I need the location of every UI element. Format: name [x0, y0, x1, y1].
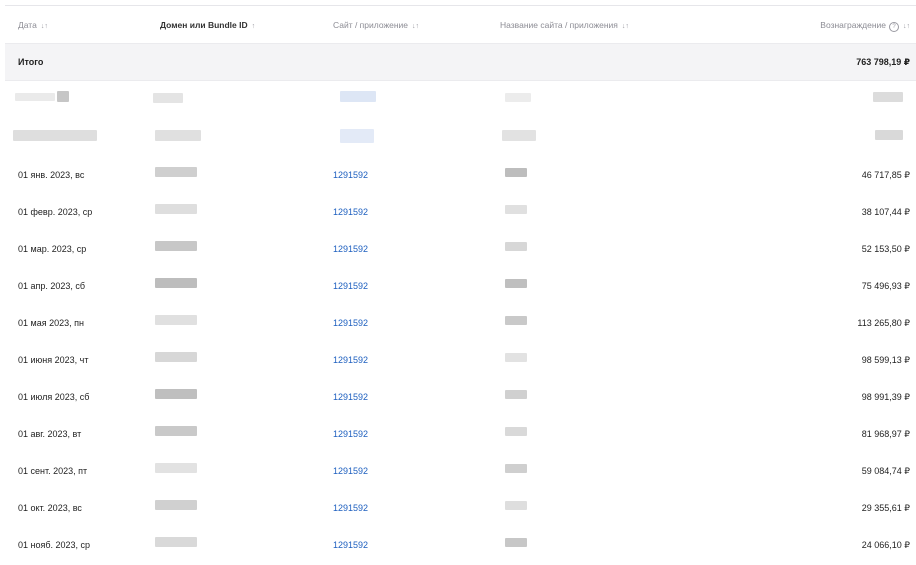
row-date: 01 мая 2023, пн	[18, 318, 84, 328]
table-row: 01 мая 2023, пн 1291592 113 265,80 ₽	[5, 303, 916, 340]
redacted-domain	[155, 500, 197, 510]
redacted-site-name	[505, 501, 527, 510]
row-site-link[interactable]: 1291592	[333, 355, 368, 365]
stats-table: Дата ↓↑ Домен или Bundle ID ↑ Сайт / прило…	[5, 6, 916, 562]
row-date: 01 окт. 2023, вс	[18, 503, 82, 513]
redacted-cell	[155, 130, 201, 141]
redacted-cell	[340, 129, 374, 143]
row-site-link[interactable]: 1291592	[333, 244, 368, 254]
row-reward: 59 084,74 ₽	[861, 466, 910, 476]
redacted-domain	[155, 389, 197, 399]
column-header-site[interactable]: Сайт / приложение ↓↑	[333, 20, 419, 30]
table-row: 01 июня 2023, чт 1291592 98 599,13 ₽	[5, 340, 916, 377]
redacted-cell	[13, 130, 97, 141]
row-site-link[interactable]: 1291592	[333, 540, 368, 550]
redacted-cell	[15, 93, 55, 101]
redacted-domain	[155, 204, 197, 214]
redacted-site-name	[505, 390, 527, 399]
table-row: 01 апр. 2023, сб 1291592 75 496,93 ₽	[5, 266, 916, 303]
redacted-domain	[155, 537, 197, 547]
table-row: 01 авг. 2023, вт 1291592 81 968,97 ₽	[5, 414, 916, 451]
redacted-cell	[875, 130, 903, 140]
report-table-view: Дата ↓↑ Домен или Bundle ID ↑ Сайт / прило…	[0, 0, 916, 565]
row-reward: 29 355,61 ₽	[861, 503, 910, 513]
table-row-blurred	[5, 81, 916, 118]
column-header-reward[interactable]: Вознаграждение? ↓↑	[820, 20, 910, 32]
redacted-site-name	[505, 464, 527, 473]
table-row-blurred	[5, 118, 916, 155]
row-date: 01 февр. 2023, ср	[18, 207, 93, 217]
row-reward: 98 599,13 ₽	[861, 355, 910, 365]
table-row: 01 мар. 2023, ср 1291592 52 153,50 ₽	[5, 229, 916, 266]
table-row: 01 янв. 2023, вс 1291592 46 717,85 ₽	[5, 155, 916, 192]
redacted-site-name	[505, 279, 527, 288]
column-header-domain[interactable]: Домен или Bundle ID ↑	[160, 20, 255, 30]
row-site-link[interactable]: 1291592	[333, 429, 368, 439]
table-header: Дата ↓↑ Домен или Bundle ID ↑ Сайт / прило…	[5, 6, 916, 43]
table-row: 01 окт. 2023, вс 1291592 29 355,61 ₽	[5, 488, 916, 525]
total-reward: 763 798,19 ₽	[856, 57, 910, 67]
redacted-cell	[340, 91, 376, 102]
help-icon[interactable]: ?	[889, 22, 899, 32]
redacted-site-name	[505, 353, 527, 362]
data-rows: 01 янв. 2023, вс 1291592 46 717,85 ₽ 01 фев…	[5, 155, 916, 562]
row-reward: 75 496,93 ₽	[861, 281, 910, 291]
row-date: 01 апр. 2023, сб	[18, 281, 86, 291]
row-date: 01 июля 2023, сб	[18, 392, 90, 402]
row-site-link[interactable]: 1291592	[333, 503, 368, 513]
row-site-link[interactable]: 1291592	[333, 207, 368, 217]
row-date: 01 сент. 2023, пт	[18, 466, 88, 476]
sort-icon[interactable]: ↓↑	[903, 23, 910, 30]
redacted-domain	[155, 278, 197, 288]
column-header-date[interactable]: Дата ↓↑	[18, 20, 48, 30]
table-row: 01 сент. 2023, пт 1291592 59 084,74 ₽	[5, 451, 916, 488]
row-date: 01 нояб. 2023, ср	[18, 540, 91, 550]
row-date: 01 янв. 2023, вс	[18, 170, 85, 180]
table-row: 01 июля 2023, сб 1291592 98 991,39 ₽	[5, 377, 916, 414]
redacted-domain	[155, 352, 197, 362]
redacted-domain	[155, 241, 197, 251]
redacted-cell	[873, 92, 903, 102]
row-date: 01 мар. 2023, ср	[18, 244, 87, 254]
redacted-site-name	[505, 168, 527, 177]
row-site-link[interactable]: 1291592	[333, 466, 368, 476]
row-reward: 81 968,97 ₽	[861, 429, 910, 439]
row-reward: 113 265,80 ₽	[857, 318, 910, 328]
total-label: Итого	[18, 57, 44, 67]
sort-asc-icon[interactable]: ↑	[252, 23, 256, 30]
redacted-cell	[153, 93, 183, 103]
redacted-site-name	[505, 427, 527, 436]
row-reward: 38 107,44 ₽	[861, 207, 910, 217]
redacted-site-name	[505, 316, 527, 325]
redacted-domain	[155, 315, 197, 325]
row-date: 01 авг. 2023, вт	[18, 429, 82, 439]
row-reward: 46 717,85 ₽	[861, 170, 910, 180]
redacted-domain	[155, 426, 197, 436]
redacted-site-name	[505, 205, 527, 214]
row-reward: 24 066,10 ₽	[861, 540, 910, 550]
table-row: 01 февр. 2023, ср 1291592 38 107,44 ₽	[5, 192, 916, 229]
table-row: 01 нояб. 2023, ср 1291592 24 066,10 ₽	[5, 525, 916, 562]
redacted-cell	[57, 91, 69, 102]
redacted-site-name	[505, 242, 527, 251]
sort-icon[interactable]: ↓↑	[412, 23, 419, 30]
row-site-link[interactable]: 1291592	[333, 318, 368, 328]
row-site-link[interactable]: 1291592	[333, 170, 368, 180]
row-date: 01 июня 2023, чт	[18, 355, 89, 365]
column-header-site-name[interactable]: Название сайта / приложения ↓↑	[500, 20, 629, 30]
sort-icon[interactable]: ↓↑	[41, 23, 48, 30]
redacted-cell	[505, 93, 531, 102]
row-reward: 52 153,50 ₽	[861, 244, 910, 254]
row-reward: 98 991,39 ₽	[861, 392, 910, 402]
sort-icon[interactable]: ↓↑	[622, 23, 629, 30]
row-site-link[interactable]: 1291592	[333, 392, 368, 402]
redacted-cell	[502, 130, 536, 141]
row-site-link[interactable]: 1291592	[333, 281, 368, 291]
redacted-domain	[155, 167, 197, 177]
total-row: Итого 763 798,19 ₽	[5, 43, 916, 81]
redacted-site-name	[505, 538, 527, 547]
redacted-domain	[155, 463, 197, 473]
